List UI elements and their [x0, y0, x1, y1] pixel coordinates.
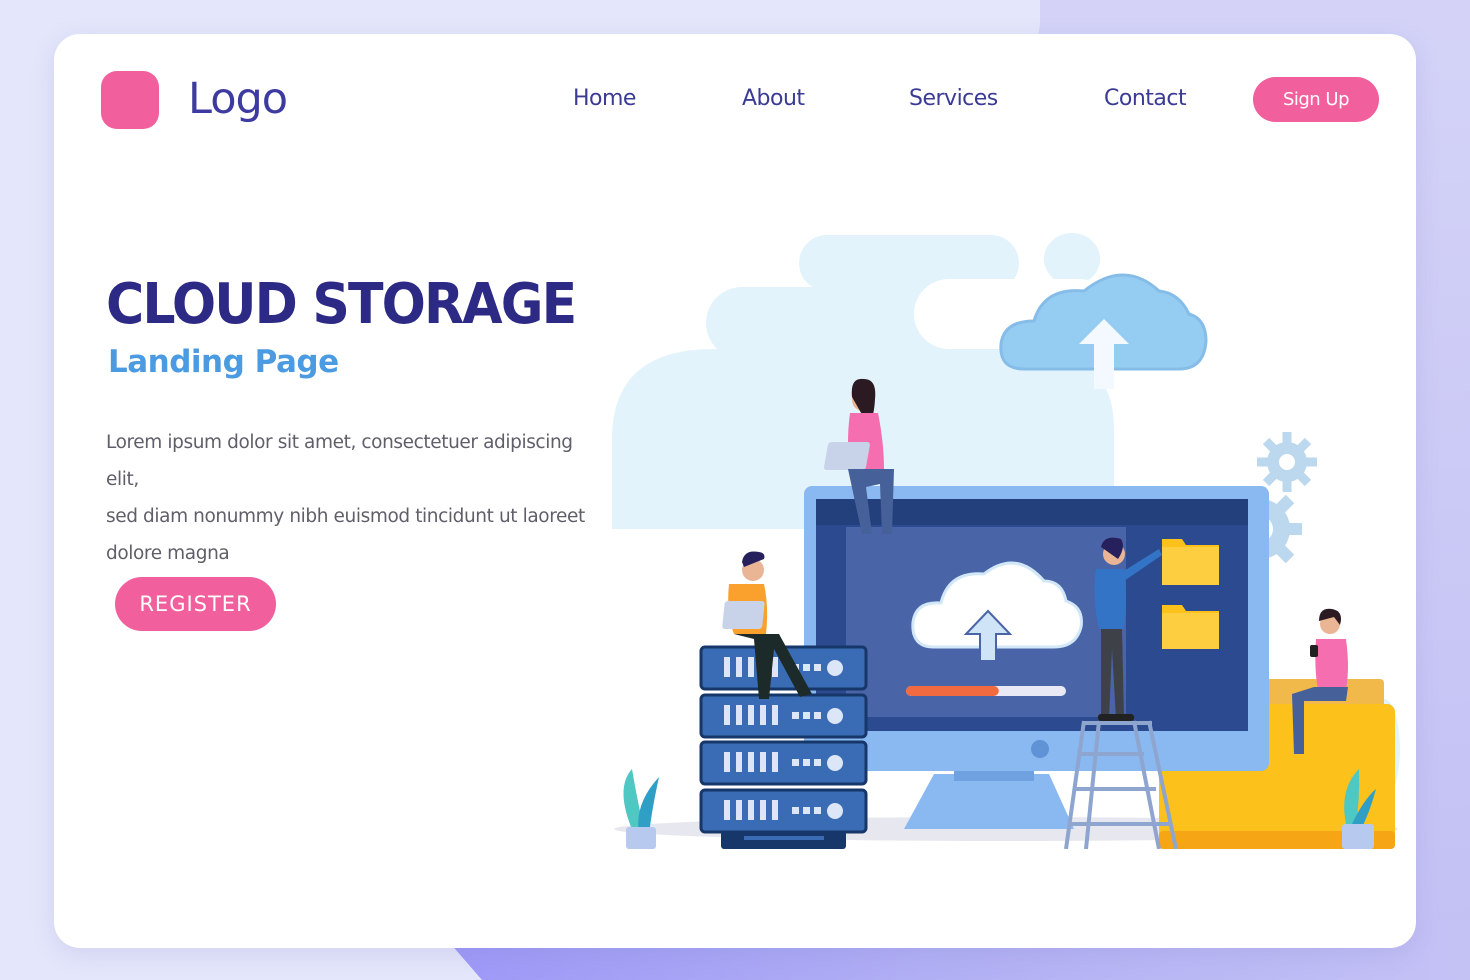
- sign-up-button[interactable]: Sign Up: [1253, 77, 1379, 122]
- progress-fill: [906, 686, 999, 696]
- logo-text[interactable]: Logo: [188, 74, 288, 124]
- hero-description-line: dolore magna: [106, 543, 230, 564]
- plant-icon: [623, 769, 659, 849]
- hero-description-line: sed diam nonummy nibh euismod tincidunt …: [106, 506, 585, 527]
- server-unit: [699, 740, 868, 786]
- hero-description-line: Lorem ipsum dolor sit amet, consectetuer…: [106, 432, 573, 490]
- nav-item-contact[interactable]: Contact: [1104, 86, 1187, 111]
- logo-icon[interactable]: [101, 71, 159, 129]
- folder-icon: [1162, 605, 1219, 649]
- hero-title: CLOUD STORAGE: [106, 272, 577, 337]
- cloud-storage-illustration: [612, 233, 1400, 849]
- server-unit: [699, 693, 868, 739]
- folder-icon: [1162, 539, 1219, 585]
- hero-description: Lorem ipsum dolor sit amet, consectetuer…: [106, 424, 606, 572]
- nav-item-home[interactable]: Home: [573, 86, 636, 111]
- gear-icon: [1257, 432, 1317, 492]
- landing-card: Logo Home About Services Contact Sign Up…: [54, 34, 1416, 948]
- nav-item-about[interactable]: About: [742, 86, 805, 111]
- register-button[interactable]: REGISTER: [115, 577, 276, 631]
- upload-progress-bar: [906, 686, 1066, 696]
- server-unit: [699, 788, 868, 834]
- server-rack-icon: [699, 645, 868, 849]
- nav-item-services[interactable]: Services: [909, 86, 998, 111]
- hero-subtitle: Landing Page: [108, 344, 339, 380]
